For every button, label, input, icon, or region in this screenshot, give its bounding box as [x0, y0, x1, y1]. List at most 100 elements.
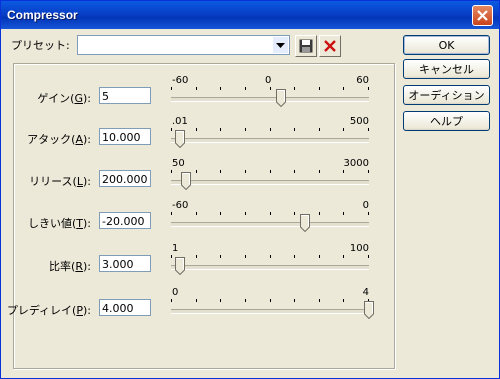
param-value-field[interactable]: -20.000: [99, 212, 151, 229]
save-icon: [299, 39, 313, 53]
slider-tick: [171, 170, 172, 173]
slider-tick: [171, 255, 172, 258]
slider-track: [171, 138, 369, 143]
compressor-dialog: Compressor プリセット: ゲイン(G): 5 -60 0 60 アタッ…: [0, 0, 500, 379]
slider-tick: [196, 170, 197, 173]
slider-tick: [245, 170, 246, 173]
ok-button[interactable]: OK: [403, 35, 490, 55]
slider-tick: [368, 128, 369, 131]
param-slider[interactable]: [171, 296, 374, 322]
slider-tick: [245, 299, 246, 302]
slider-thumb[interactable]: [300, 214, 310, 232]
slider-tick: [319, 212, 320, 215]
slider-track: [171, 97, 369, 102]
slider-tick: [220, 128, 221, 131]
param-value-field[interactable]: 4.000: [99, 299, 151, 316]
param-label: アタック(A):: [27, 133, 91, 146]
slider-track: [171, 265, 369, 270]
slider-thumb[interactable]: [181, 172, 191, 190]
param-label: プレディレイ(P):: [6, 304, 91, 317]
slider-thumb[interactable]: [364, 301, 374, 319]
slider-tick: [343, 212, 344, 215]
slider-tick: [343, 170, 344, 173]
slider-tick: [294, 170, 295, 173]
param-label: リリース(L):: [29, 175, 91, 188]
slider-tick: [196, 212, 197, 215]
param-value-field[interactable]: 3.000: [99, 255, 151, 272]
slider-tick: [343, 299, 344, 302]
slider-tick: [245, 128, 246, 131]
param-slider[interactable]: [171, 84, 369, 110]
delete-preset-button[interactable]: [319, 35, 341, 57]
param-slider[interactable]: [171, 252, 369, 278]
slider-tick: [343, 255, 344, 258]
slider-tick: [270, 128, 271, 131]
slider-tick: [368, 212, 369, 215]
cancel-button[interactable]: キャンセル: [403, 59, 490, 79]
slider-tick: [270, 255, 271, 258]
slider-tick: [294, 299, 295, 302]
slider-tick: [319, 170, 320, 173]
slider-tick: [171, 87, 172, 90]
slider-tick: [270, 87, 271, 90]
slider-tick: [368, 255, 369, 258]
slider-thumb[interactable]: [175, 257, 185, 275]
close-icon: [477, 10, 488, 21]
param-value-field[interactable]: 5: [99, 87, 151, 104]
param-value-field[interactable]: 200.000: [99, 170, 151, 187]
slider-tick: [171, 128, 172, 131]
param-value-field[interactable]: 10.000: [99, 128, 151, 145]
preset-dropdown-arrow[interactable]: [273, 37, 288, 53]
title-bar[interactable]: Compressor: [1, 1, 499, 29]
help-button[interactable]: ヘルプ: [403, 111, 490, 131]
slider-tick: [196, 128, 197, 131]
window-title: Compressor: [7, 8, 78, 22]
slider-tick: [245, 212, 246, 215]
param-slider[interactable]: [171, 167, 369, 193]
preset-label: プリセット:: [11, 39, 70, 52]
slider-thumb[interactable]: [276, 89, 286, 107]
slider-tick: [171, 299, 172, 302]
slider-tick: [196, 87, 197, 90]
slider-tick: [196, 255, 197, 258]
param-label: ゲイン(G):: [37, 92, 91, 105]
param-slider[interactable]: [171, 125, 369, 151]
slider-tick: [245, 87, 246, 90]
slider-tick: [220, 87, 221, 90]
slider-tick: [319, 87, 320, 90]
slider-tick: [171, 212, 172, 215]
slider-tick: [220, 170, 221, 173]
slider-tick: [294, 87, 295, 90]
audition-button[interactable]: オーディション(A): [403, 85, 490, 122]
slider-tick: [368, 87, 369, 90]
save-preset-button[interactable]: [295, 35, 317, 57]
slider-tick: [294, 128, 295, 131]
slider-tick: [319, 128, 320, 131]
slider-tick: [294, 255, 295, 258]
slider-tick: [294, 212, 295, 215]
slider-tick: [319, 255, 320, 258]
delete-icon: [324, 40, 336, 52]
slider-tick: [319, 299, 320, 302]
slider-track: [171, 309, 369, 314]
slider-thumb[interactable]: [175, 130, 185, 148]
slider-tick: [245, 255, 246, 258]
chevron-down-icon: [276, 43, 285, 48]
slider-tick: [343, 128, 344, 131]
slider-tick: [196, 299, 197, 302]
preset-combobox[interactable]: [77, 35, 290, 55]
param-label: しきい値(T):: [27, 217, 91, 230]
slider-tick: [220, 299, 221, 302]
param-slider[interactable]: [171, 209, 369, 235]
slider-track: [171, 180, 369, 185]
slider-tick: [368, 170, 369, 173]
close-button[interactable]: [472, 5, 493, 26]
slider-tick: [270, 170, 271, 173]
slider-tick: [220, 212, 221, 215]
slider-tick: [270, 299, 271, 302]
slider-tick: [220, 255, 221, 258]
param-label: 比率(R):: [49, 260, 91, 273]
slider-track: [171, 222, 369, 227]
slider-tick: [343, 87, 344, 90]
slider-tick: [270, 212, 271, 215]
